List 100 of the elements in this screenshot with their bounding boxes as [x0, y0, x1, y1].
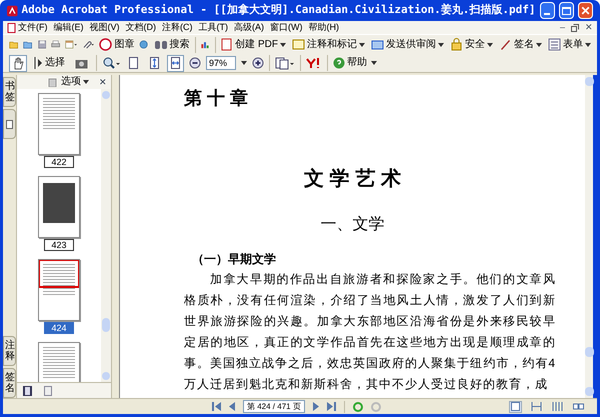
layout-icon[interactable]	[65, 38, 78, 51]
task-button[interactable]: 签名	[499, 38, 542, 51]
pen-icon	[499, 38, 512, 51]
caret-icon	[371, 61, 377, 65]
zoom-field[interactable]: 97%	[206, 56, 236, 70]
pages-icon[interactable]	[275, 56, 295, 70]
page-thumbnail[interactable]	[38, 93, 80, 155]
zoom-out-icon[interactable]	[189, 57, 201, 69]
envelope-icon	[371, 38, 384, 51]
page-layout-button[interactable]	[551, 400, 564, 412]
menu-item[interactable]: 帮助(H)	[308, 23, 339, 32]
panel-tab[interactable]: 注释	[3, 336, 16, 366]
page-number-field[interactable]: 第 424 / 471 页	[243, 400, 305, 413]
menu-item[interactable]: 文档(D)	[126, 23, 156, 32]
select-tool-button[interactable]: 选择	[31, 54, 68, 72]
panel-tab[interactable]: 签名	[3, 368, 16, 398]
task-button[interactable]: 注释和标记	[292, 38, 365, 51]
caret-icon	[83, 80, 89, 84]
hand-icon	[12, 56, 24, 70]
layout-icon	[531, 401, 542, 412]
page-layout-button[interactable]	[509, 400, 522, 412]
page-layout-button[interactable]	[530, 400, 543, 412]
yahoo-icon[interactable]	[306, 57, 322, 69]
menu-item[interactable]: 视图(V)	[90, 23, 120, 32]
section-heading: 一、文学	[320, 217, 386, 233]
task-button[interactable]: 发送供审阅	[371, 38, 444, 51]
menu-item[interactable]: 工具(T)	[198, 23, 228, 32]
stamp-button[interactable]: 图章	[99, 38, 134, 51]
caret-icon[interactable]	[241, 61, 247, 65]
menu-item[interactable]: 注释(C)	[162, 23, 192, 32]
page-icon	[149, 57, 160, 69]
form-icon	[548, 38, 561, 51]
app-icon	[7, 4, 18, 16]
previous-page-icon[interactable]	[229, 402, 235, 411]
close-icon[interactable]: ✕	[99, 78, 107, 86]
globe-icon[interactable]	[139, 38, 149, 51]
book-icon[interactable]	[23, 386, 32, 396]
maximize-button[interactable]	[558, 2, 574, 19]
photo-placeholder	[43, 183, 75, 223]
cursor-icon	[34, 57, 43, 69]
zoom-in-icon[interactable]	[252, 57, 264, 69]
document-title: 文 学 艺 术	[303, 169, 402, 189]
save-icon[interactable]	[38, 38, 46, 51]
menu-item[interactable]: 窗口(W)	[270, 23, 302, 32]
caret-icon	[438, 42, 444, 46]
back-icon[interactable]	[352, 402, 363, 412]
menu-item[interactable]: 文件(F)	[18, 23, 48, 32]
restore-icon[interactable]	[571, 24, 579, 32]
page-thumbnail[interactable]	[38, 176, 80, 238]
layout-icon	[573, 401, 584, 412]
caret-icon	[359, 42, 365, 46]
page-layout-button[interactable]	[572, 400, 585, 412]
task-button[interactable]: 创建 PDF	[220, 38, 286, 51]
task-button[interactable]: 表单	[548, 38, 591, 51]
panel-tab[interactable]: 书签	[3, 77, 16, 107]
close-button[interactable]: ✕	[578, 2, 593, 19]
options-button[interactable]: 选项	[61, 77, 89, 87]
next-page-icon[interactable]	[312, 402, 319, 411]
task-button[interactable]: 安全	[450, 38, 493, 51]
close-icon[interactable]: ✕	[585, 23, 593, 32]
hand-tool-button[interactable]	[9, 54, 27, 72]
caret-icon	[536, 42, 542, 46]
scrollbar[interactable]	[101, 89, 111, 382]
layout-icon	[510, 401, 521, 412]
menu-item[interactable]: 编辑(E)	[54, 23, 84, 32]
search-button[interactable]: 搜索	[154, 38, 190, 51]
padlock-icon	[450, 38, 463, 51]
pages-tab[interactable]	[3, 109, 16, 139]
caret-icon	[487, 42, 493, 46]
last-page-icon[interactable]	[326, 402, 336, 411]
page-icon	[170, 57, 181, 69]
first-page-icon[interactable]	[212, 402, 221, 411]
page-icon	[128, 57, 139, 69]
note-icon	[292, 38, 305, 51]
help-button[interactable]: 帮助	[333, 57, 377, 69]
camera-icon	[75, 58, 88, 68]
body-paragraph: 加拿大早期的作品出自旅游者和探险家之手。他们的文章风格质朴，没有任何渲染，介绍了当地风土人情，激发了人们到新世界旅游探险的兴趣。加拿大东部地区沿海省份是外来移民较早定居的地区，真正的文学作品首先在这些地方出现是顺理成章的事。美国独立战争之后，效忠英国政府的人聚集于纽约市，约有4 万人迁居到魁北克和新斯科舍，其中不少人受过良好的教育，成	[184, 271, 556, 393]
stamp-icon	[99, 38, 112, 51]
document-icon	[220, 38, 234, 51]
trash-icon[interactable]	[48, 77, 57, 87]
page-icon[interactable]	[44, 386, 52, 396]
question-icon	[333, 57, 345, 69]
caret-icon	[585, 42, 591, 46]
minimize-button[interactable]	[540, 2, 555, 19]
subsection-heading: （一）早期文学	[192, 253, 277, 265]
page-number-label: 423	[44, 239, 74, 251]
page-icon	[6, 120, 13, 128]
menu-item[interactable]: 高级(A)	[234, 23, 264, 32]
zoom-tool-icon[interactable]	[102, 56, 120, 70]
caret-icon	[280, 42, 286, 46]
scrollbar[interactable]	[585, 75, 597, 398]
page-view-button[interactable]	[167, 54, 184, 72]
page-thumbnail[interactable]	[38, 259, 80, 321]
page-number-label: 424	[44, 322, 74, 334]
binoculars-icon	[154, 38, 168, 51]
minimize-icon[interactable]: –	[560, 23, 565, 32]
page-number-label: 422	[44, 156, 74, 168]
chapter-heading: 第 十 章	[184, 89, 250, 107]
layout-icon	[552, 401, 563, 412]
window-title: Adobe Acrobat Professional - [[加拿大文明].Canadian.Civilization.姜丸.扫描版.pdf]	[22, 2, 536, 18]
